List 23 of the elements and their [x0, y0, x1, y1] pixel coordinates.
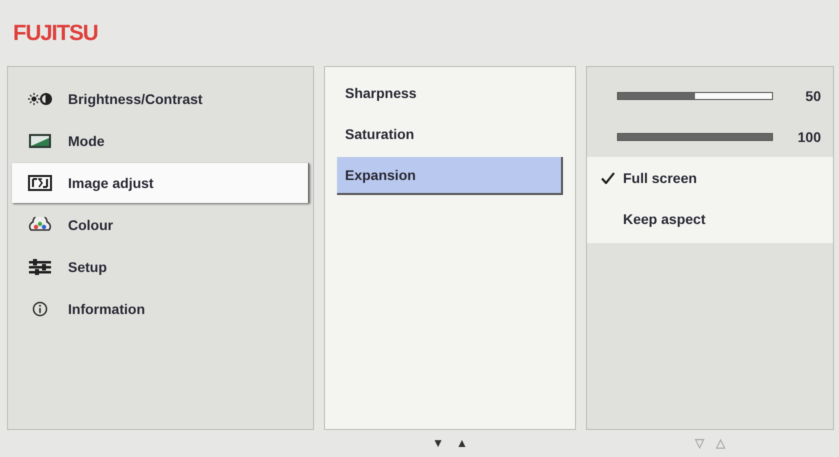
menu-item[interactable]: Information [12, 289, 309, 329]
slider-track[interactable] [617, 92, 773, 100]
option-item[interactable]: Keep aspect [587, 198, 833, 239]
landscape-icon [28, 133, 52, 149]
menu-item[interactable]: Brightness/Contrast [12, 79, 309, 119]
slider-value: 100 [796, 128, 821, 144]
brand-logo: FUJITSU [13, 20, 98, 46]
menu-item[interactable]: Image adjust [12, 163, 309, 203]
submenu-item[interactable]: Saturation [337, 116, 563, 152]
up-arrow[interactable]: ▲ [456, 436, 468, 450]
image-adjust-icon [28, 175, 52, 191]
palette-icon [28, 217, 52, 233]
setup-sliders-icon [28, 259, 52, 275]
submenu-item[interactable]: Expansion [337, 157, 563, 195]
option-item[interactable]: Full screen [587, 157, 833, 198]
down-arrow[interactable]: ▼ [432, 436, 444, 450]
brightness-contrast-icon [28, 91, 52, 107]
submenu-item[interactable]: Sharpness [337, 75, 563, 111]
slider-value: 50 [804, 88, 821, 104]
menu-item[interactable]: Setup [12, 247, 309, 287]
check-icon [601, 172, 615, 184]
menu-item[interactable]: Colour [12, 205, 309, 245]
menu-item[interactable]: Mode [12, 121, 309, 161]
